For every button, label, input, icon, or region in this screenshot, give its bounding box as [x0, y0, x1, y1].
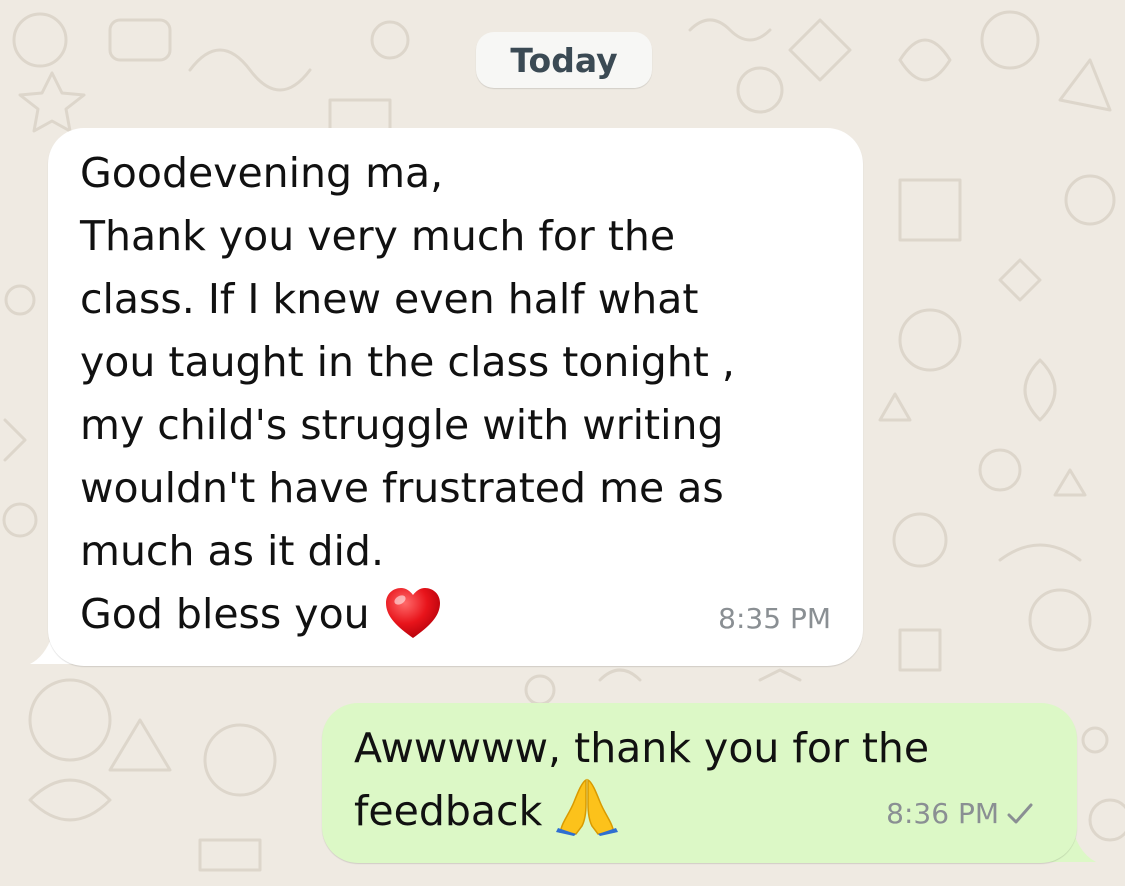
date-separator-chip: Today	[476, 32, 652, 88]
folded-hands-icon	[556, 778, 619, 836]
date-label: Today	[510, 40, 618, 80]
outgoing-message-bubble[interactable]: Awwwww, thank you for the feedback 8:36 …	[322, 703, 1077, 863]
message-line: my child's struggle with writing	[80, 401, 724, 449]
message-line: Thank you very much for the	[80, 212, 676, 260]
message-line: Goodevening ma,	[80, 149, 444, 197]
incoming-message-text: Goodevening ma, Thank you very much for …	[80, 142, 735, 646]
single-check-icon	[1007, 803, 1033, 823]
message-line-text: feedback	[354, 787, 543, 835]
message-line: class. If I knew even half what	[80, 275, 699, 323]
message-line-last: feedback	[354, 778, 929, 843]
message-timestamp: 8:35 PM	[718, 602, 831, 635]
incoming-message-bubble[interactable]: Goodevening ma, Thank you very much for …	[48, 128, 863, 666]
red-heart-icon	[385, 588, 440, 638]
message-line: much as it did.	[80, 527, 384, 575]
message-line-last: God bless you	[80, 583, 735, 646]
message-meta: 8:35 PM	[718, 587, 831, 650]
message-timestamp: 8:36 PM	[886, 797, 999, 830]
message-line: you taught in the class tonight ,	[80, 338, 735, 386]
outgoing-message-text: Awwwww, thank you for the feedback	[354, 717, 929, 843]
message-line: Awwwww, thank you for the	[354, 724, 930, 772]
message-meta: 8:36 PM	[886, 782, 1035, 845]
message-line-text: God bless you	[80, 590, 370, 638]
message-line: wouldn't have frustrated me as	[80, 464, 724, 512]
